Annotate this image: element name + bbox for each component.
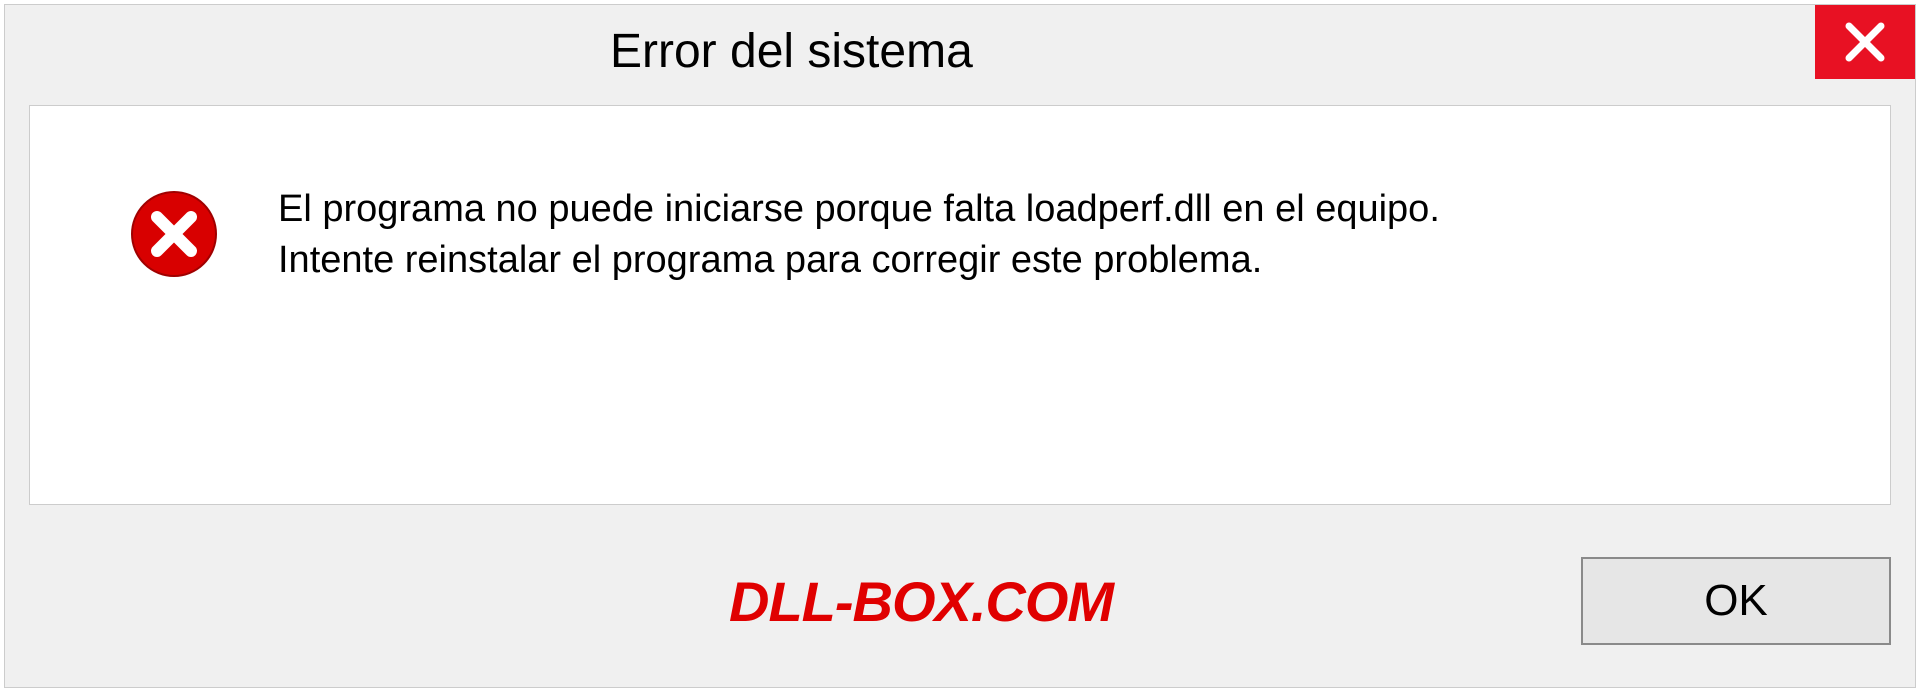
close-icon: [1843, 20, 1887, 64]
message-line-2: Intente reinstalar el programa para corr…: [278, 235, 1440, 286]
error-message: El programa no puede iniciarse porque fa…: [278, 184, 1440, 287]
close-button[interactable]: [1815, 5, 1915, 79]
content-inner: El programa no puede iniciarse porque fa…: [30, 106, 1890, 287]
error-dialog: Error del sistema El programa no puede i…: [4, 4, 1916, 688]
message-line-1: El programa no puede iniciarse porque fa…: [278, 184, 1440, 235]
watermark-text: DLL-BOX.COM: [729, 569, 1113, 634]
ok-button[interactable]: OK: [1581, 557, 1891, 645]
content-panel: El programa no puede iniciarse porque fa…: [29, 105, 1891, 505]
titlebar: Error del sistema: [5, 5, 1915, 97]
footer: DLL-BOX.COM OK: [5, 515, 1915, 687]
dialog-title: Error del sistema: [610, 24, 973, 79]
error-icon: [130, 190, 218, 278]
ok-button-label: OK: [1704, 576, 1768, 626]
